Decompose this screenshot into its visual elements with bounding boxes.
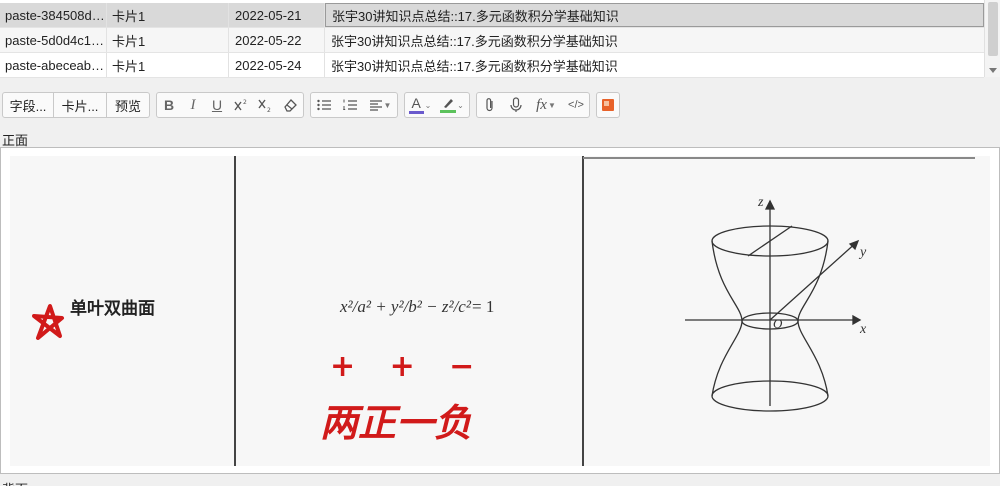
scrollbar-thumb[interactable]	[988, 2, 998, 56]
math-dropdown[interactable]: fx ▼	[529, 93, 563, 117]
chevron-down-icon: ▼	[383, 100, 392, 110]
cards-button[interactable]: 卡片...	[54, 92, 107, 118]
subscript-icon: 2	[258, 99, 271, 113]
handwritten-note: 两正一负	[320, 400, 472, 445]
sort-field-cell: paste-384508d…	[0, 3, 107, 27]
chevron-down-icon: ▼	[547, 100, 556, 110]
superscript-icon: 2	[234, 99, 247, 111]
align-left-icon	[369, 100, 382, 111]
text-color-icon: A	[411, 95, 421, 111]
sort-field-cell: paste-abeceab…	[0, 53, 107, 77]
bullet-list-icon	[317, 99, 331, 111]
pasted-note-image: 单叶双曲面 x²/a² + y²/b² − z²/c² = 1 + + − 两正…	[10, 156, 990, 466]
origin-label: O	[773, 316, 783, 331]
eraser-button[interactable]	[277, 93, 303, 117]
align-dropdown[interactable]: ▼	[363, 93, 397, 117]
equation-rhs: = 1	[472, 297, 494, 316]
attach-button[interactable]	[477, 93, 503, 117]
star-mark-icon	[32, 304, 64, 340]
numbered-list-icon	[343, 99, 357, 110]
eraser-icon	[284, 99, 297, 112]
highlight-color-button[interactable]: ⌄	[435, 93, 469, 117]
bullet-list-button[interactable]	[311, 93, 337, 117]
signs-handwritten: + + −	[330, 349, 486, 384]
image-occlusion-button[interactable]	[597, 93, 619, 117]
z-axis-label: z	[757, 195, 764, 210]
html-editor-button[interactable]: </>	[563, 93, 589, 117]
due-cell: 2022-05-22	[229, 28, 325, 52]
text-color-button[interactable]: A ⌄	[405, 93, 435, 117]
scroll-down-arrow-icon[interactable]	[989, 68, 997, 73]
deck-cell: 张宇30讲知识点总结::17.多元函数积分学基础知识	[325, 3, 984, 27]
deck-cell: 张宇30讲知识点总结::17.多元函数积分学基础知识	[331, 33, 618, 49]
deck-cell: 张宇30讲知识点总结::17.多元函数积分学基础知识	[331, 58, 618, 74]
superscript-button[interactable]: 2	[229, 93, 253, 117]
italic-button[interactable]: I	[181, 93, 205, 117]
image-occlusion-icon	[602, 99, 614, 111]
sort-field-cell: paste-5d0d4c1…	[0, 28, 107, 52]
format-group: B I U 2 2	[156, 92, 304, 118]
card-cell: 卡片1	[107, 28, 229, 52]
svg-text:2: 2	[243, 99, 247, 106]
card-cell: 卡片1	[107, 53, 229, 77]
table-row[interactable]: paste-abeceab… 卡片1 2022-05-24 张宇30讲知识点总结…	[0, 53, 984, 78]
addon-group	[596, 92, 620, 118]
underline-button[interactable]: U	[205, 93, 229, 117]
chevron-down-icon: ⌄	[424, 100, 432, 110]
highlighter-icon	[444, 99, 454, 108]
microphone-icon	[510, 97, 522, 112]
bold-icon: B	[163, 97, 175, 113]
equation-lhs: x²/a² + y²/b² − z²/c²	[339, 297, 472, 316]
card-list-table[interactable]: paste-384508d… 卡片1 2022-05-21 张宇30讲知识点总结…	[0, 0, 1000, 78]
function-icon: fx	[536, 96, 547, 113]
hyperboloid-diagram	[685, 199, 862, 412]
underline-icon: U	[211, 97, 223, 113]
editor-toolbar: 字段... 卡片... 预览 B I U 2 2 ▼ A ⌄ ⌄ fx ▼ </…	[0, 91, 1000, 119]
preview-button[interactable]: 预览	[107, 92, 150, 118]
list-group: ▼	[310, 92, 398, 118]
svg-text:2: 2	[267, 107, 271, 113]
y-axis-label: y	[858, 245, 867, 260]
paperclip-icon	[486, 98, 493, 112]
fields-button[interactable]: 字段...	[2, 92, 54, 118]
code-icon: </>	[568, 99, 584, 111]
subscript-button[interactable]: 2	[253, 93, 277, 117]
x-axis-label: x	[859, 322, 867, 337]
italic-icon: I	[190, 96, 196, 113]
back-field-label: 背面	[2, 479, 28, 486]
note-image-canvas: 单叶双曲面 x²/a² + y²/b² − z²/c² = 1 + + − 两正…	[32, 156, 975, 466]
insert-group: fx ▼ </>	[476, 92, 590, 118]
left-note-text: 单叶双曲面	[70, 298, 155, 319]
numbered-list-button[interactable]	[337, 93, 363, 117]
table-row[interactable]: paste-384508d… 卡片1 2022-05-21 张宇30讲知识点总结…	[0, 3, 984, 28]
due-cell: 2022-05-21	[229, 3, 325, 27]
table-scrollbar[interactable]	[984, 0, 1000, 77]
due-cell: 2022-05-24	[229, 53, 325, 77]
chevron-down-icon: ⌄	[457, 100, 464, 110]
card-cell: 卡片1	[107, 3, 229, 27]
color-group: A ⌄ ⌄	[404, 92, 470, 118]
bold-button[interactable]: B	[157, 93, 181, 117]
table-row[interactable]: paste-5d0d4c1… 卡片1 2022-05-22 张宇30讲知识点总结…	[0, 28, 984, 53]
record-audio-button[interactable]	[503, 93, 529, 117]
